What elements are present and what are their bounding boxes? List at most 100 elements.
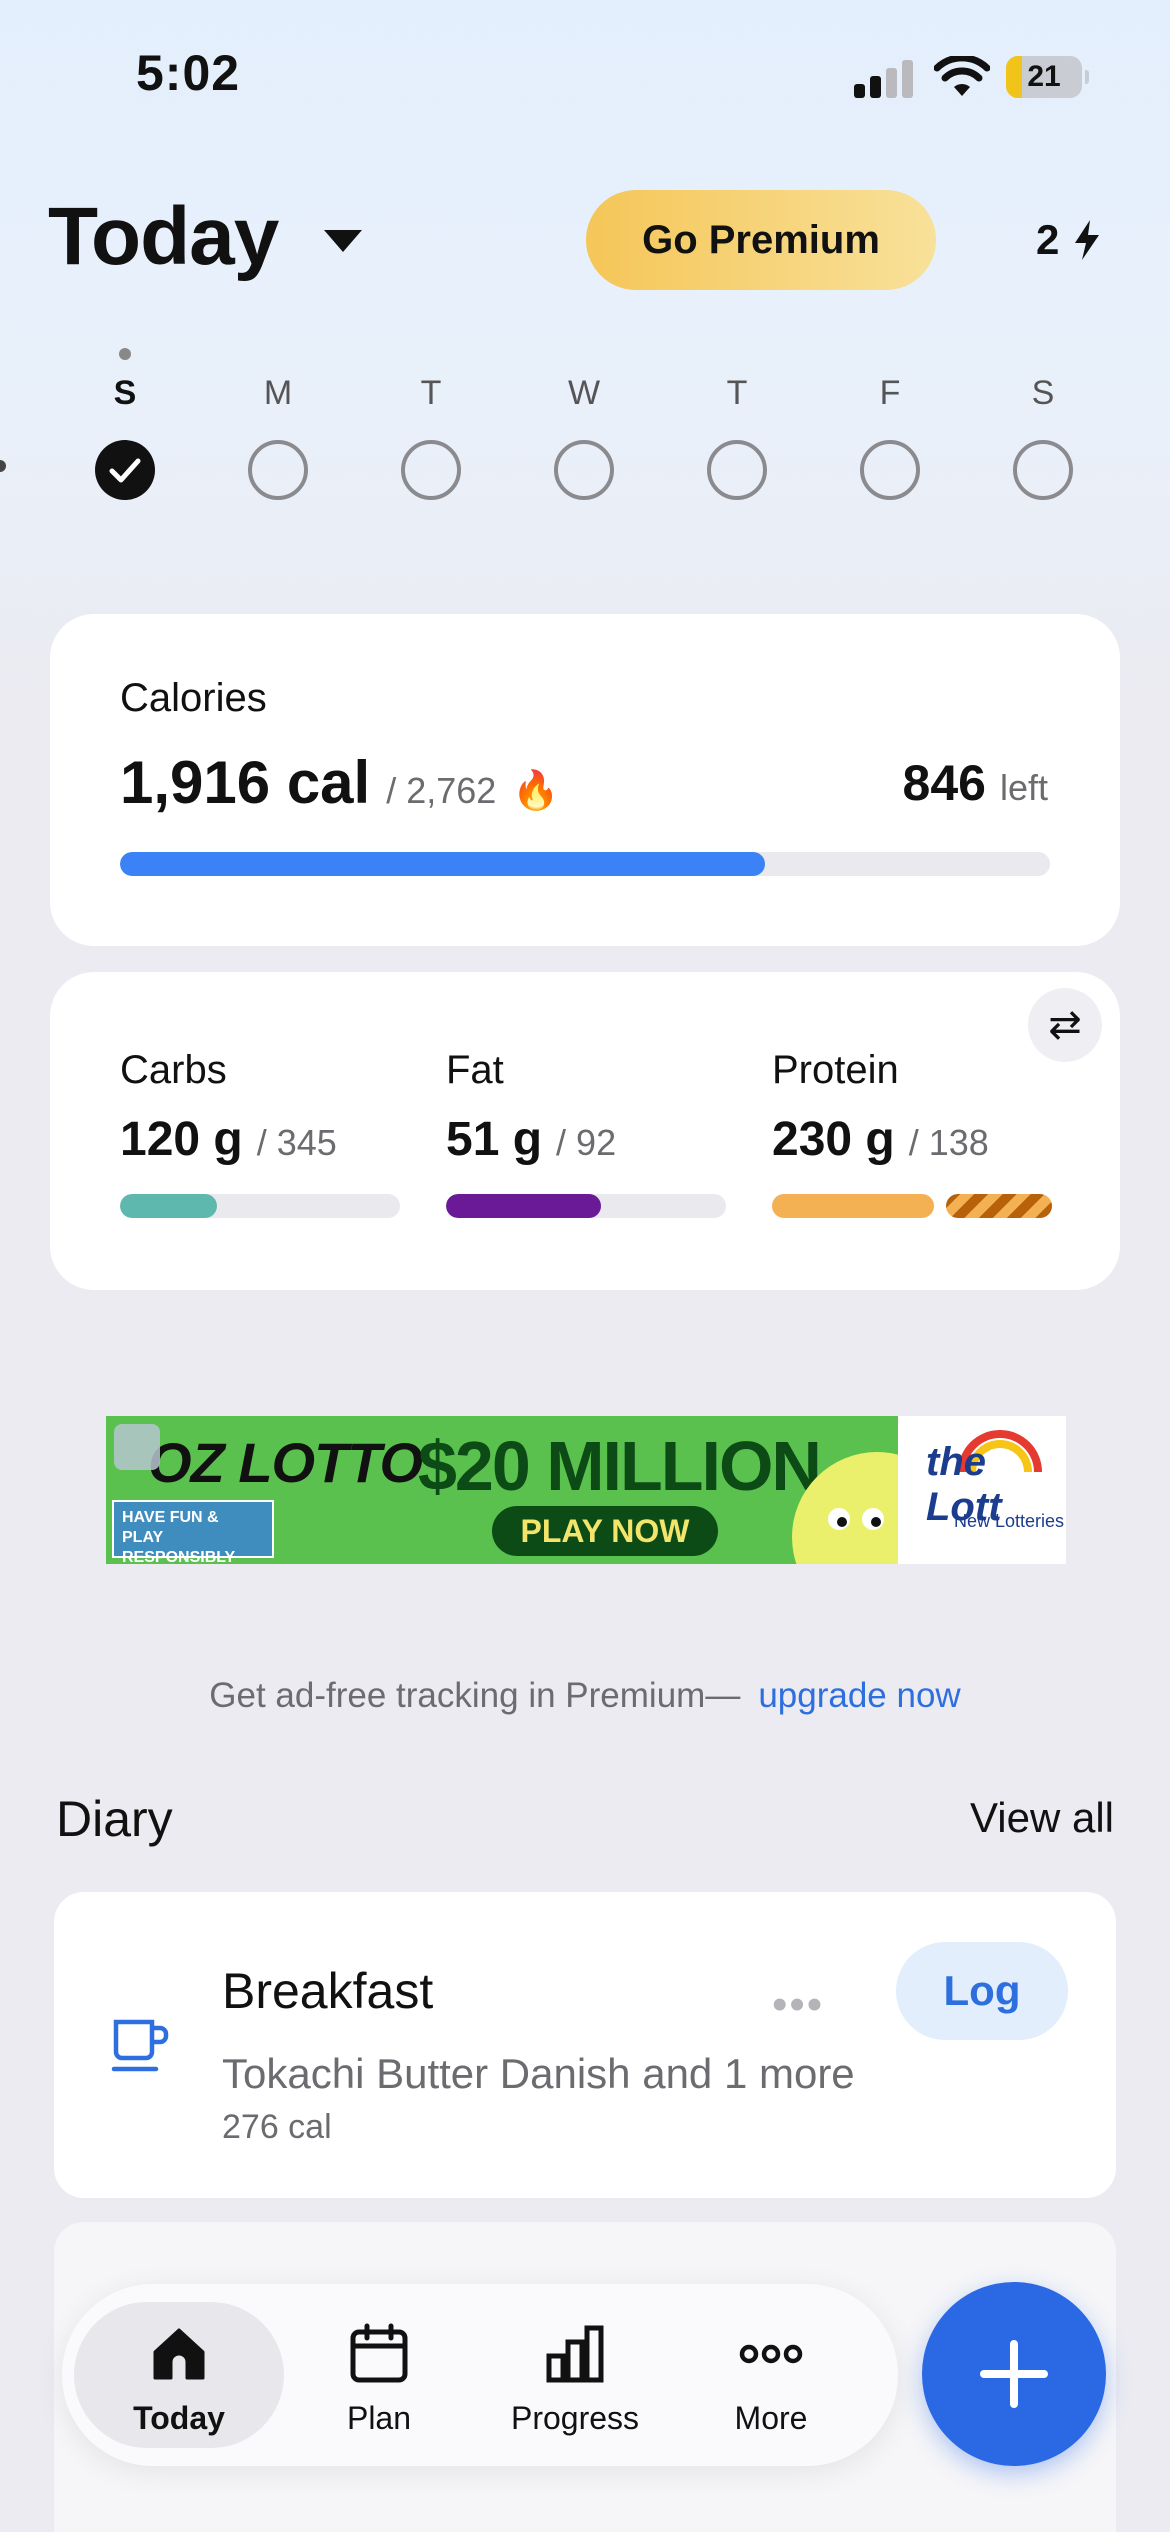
calories-progress-track [120, 852, 1050, 876]
day-letter: S [113, 374, 137, 412]
calendar-icon [350, 2323, 408, 2383]
macro-progress-track [772, 1194, 1052, 1218]
meal-card-breakfast[interactable]: Breakfast ••• Log Tokachi Butter Danish … [54, 1892, 1116, 2198]
ad-headline: $20 MILLION [418, 1427, 822, 1505]
header: Today Go Premium 2 [0, 180, 1170, 300]
macros-card[interactable]: ⇄ Carbs 120 g/ 345 Fat 51 g/ 92 Protein 230 g… [50, 972, 1120, 1290]
log-breakfast-button[interactable]: Log [896, 1942, 1068, 2040]
ad-banner[interactable]: OZ LOTTO $20 MILLION PLAY NOW HAVE FUN &… [106, 1416, 1066, 1564]
bar-chart-icon [546, 2325, 604, 2383]
day-0[interactable]: S [85, 340, 165, 510]
macro-progress-bar [120, 1194, 218, 1218]
premium-promo: Get ad-free tracking in Premium— upgrade … [0, 1676, 1170, 1716]
calories-label: Calories [120, 676, 267, 720]
battery-icon: 21 [1006, 56, 1089, 98]
calories-value: 1,916 cal / 2,762 🔥 [120, 748, 560, 817]
day-circle[interactable] [860, 440, 920, 500]
diary-title: Diary [56, 1791, 173, 1847]
macro-goal: / 92 [556, 1122, 617, 1163]
calories-left-value: 846 [902, 755, 986, 811]
tab-label: Today [133, 2400, 225, 2436]
macro-overflow-bar [945, 1194, 1052, 1218]
day-circle[interactable] [401, 440, 461, 500]
day-5[interactable]: F [850, 340, 930, 510]
go-premium-button[interactable]: Go Premium [586, 190, 936, 290]
macro-amount: 120 g [120, 1113, 243, 1166]
tab-plan[interactable]: Plan [274, 2302, 484, 2448]
day-letter: T [420, 374, 442, 412]
page-title[interactable]: Today [48, 190, 279, 284]
upgrade-now-link[interactable]: upgrade now [758, 1676, 960, 1715]
status-time: 5:02 [136, 45, 241, 101]
cellular-signal-icon [854, 58, 914, 98]
bolt-icon [1075, 220, 1100, 260]
ad-logo: the Lott New Lotteries [898, 1416, 1066, 1564]
macro-goal: / 345 [256, 1122, 337, 1163]
caret-down-icon[interactable] [324, 230, 362, 252]
day-1[interactable]: M [238, 340, 318, 510]
day-circle[interactable] [554, 440, 614, 500]
tab-label: More [734, 2400, 808, 2436]
calories-left-label: left [999, 767, 1048, 808]
macro-progress-track [120, 1194, 400, 1218]
macro-progress-track [446, 1194, 726, 1218]
macro-progress-bar [772, 1194, 934, 1218]
day-4[interactable]: T [697, 340, 777, 510]
tab-label: Progress [510, 2400, 640, 2436]
week-strip: SMTWTFS [0, 340, 1170, 510]
mug-icon [111, 2019, 169, 2072]
streak-counter[interactable]: 2 [1036, 210, 1101, 270]
home-icon [153, 2328, 205, 2380]
tab-progress[interactable]: Progress [470, 2302, 680, 2448]
day-3[interactable]: W [544, 340, 624, 510]
tab-today[interactable]: Today [74, 2302, 284, 2448]
day-letter: M [263, 374, 293, 412]
battery-level: 21 [1027, 60, 1061, 93]
day-letter: F [879, 374, 901, 412]
streak-count: 2 [1036, 216, 1060, 263]
ad-shield-icon [114, 1424, 160, 1470]
day-circle[interactable] [248, 440, 308, 500]
tab-bar: Today Plan Progress More [62, 2284, 898, 2466]
meal-name: Breakfast [222, 1963, 434, 2019]
tab-label: Plan [346, 2400, 412, 2436]
today-indicator [119, 348, 131, 360]
calories-goal: / 2,762 [386, 770, 497, 811]
macro-amount: 230 g [772, 1113, 895, 1166]
prev-week-indicator [0, 460, 6, 472]
macro-goal: / 138 [908, 1122, 989, 1163]
premium-promo-text: Get ad-free tracking in Premium— [209, 1676, 741, 1715]
meal-options-icon[interactable]: ••• [772, 1980, 824, 2030]
day-letter: S [1031, 374, 1055, 412]
day-letter: W [567, 374, 601, 412]
day-circle[interactable] [1013, 440, 1073, 500]
tab-more[interactable]: More [666, 2302, 876, 2448]
macro-name: Carbs [120, 1048, 227, 1092]
macro-carbs: Carbs 120 g / 345 [120, 1048, 400, 1248]
status-bar: 5:02 21 [0, 0, 1170, 150]
day-letter: T [726, 374, 748, 412]
macro-amount: 51 g [446, 1113, 543, 1166]
ad-play-now-button[interactable]: PLAY NOW [492, 1506, 718, 1556]
flame-icon: 🔥 [512, 770, 560, 812]
meal-foods: Tokachi Butter Danish and 1 more [222, 2050, 855, 2097]
add-entry-button[interactable] [922, 2282, 1106, 2466]
more-dots-icon [739, 2344, 803, 2364]
day-circle[interactable] [707, 440, 767, 500]
meal-calories: 276 cal [222, 2108, 332, 2146]
ad-brand: OZ LOTTO [148, 1431, 423, 1494]
macro-protein: Protein 230 g / 138 [772, 1048, 1052, 1248]
day-6[interactable]: S [1003, 340, 1083, 510]
day-complete-check-icon[interactable] [95, 440, 155, 500]
macro-progress-bar [446, 1194, 602, 1218]
view-all-link[interactable]: View all [970, 1794, 1114, 1842]
macro-fat: Fat 51 g / 92 [446, 1048, 726, 1248]
day-2[interactable]: T [391, 340, 471, 510]
calories-progress-bar [120, 852, 766, 876]
calories-consumed: 1,916 cal [120, 749, 371, 816]
ad-logo-subtitle: New Lotteries [954, 1511, 1065, 1531]
ad-responsible-note: HAVE FUN & PLAY RESPONSIBLY [112, 1500, 274, 1564]
calories-card[interactable]: Calories 1,916 cal / 2,762 🔥 846 left [50, 614, 1120, 946]
macro-name: Fat [446, 1048, 504, 1092]
wifi-icon [934, 56, 990, 96]
